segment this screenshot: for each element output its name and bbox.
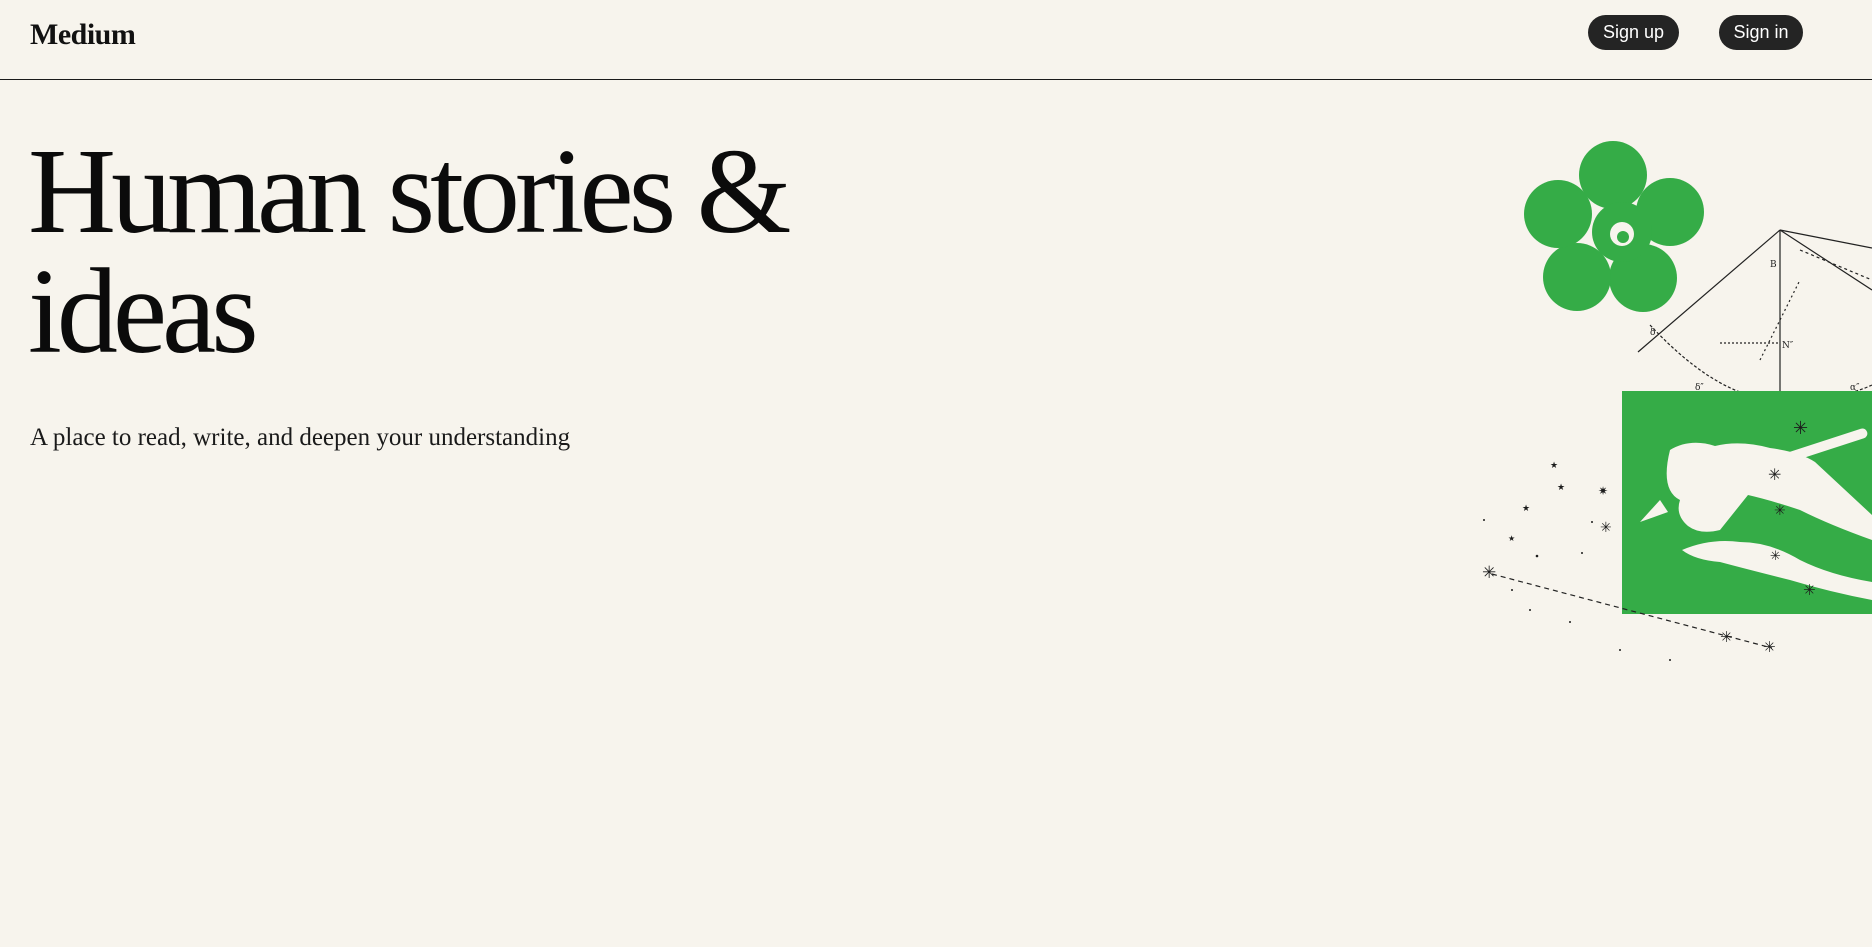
svg-text:N″: N″ xyxy=(1782,341,1794,351)
svg-text:✳: ✳ xyxy=(1482,563,1496,583)
svg-text:δ: δ xyxy=(1650,328,1655,338)
svg-text:✷: ✷ xyxy=(1598,484,1608,498)
svg-text:✳: ✳ xyxy=(1793,418,1808,439)
flower-icon xyxy=(1524,141,1704,312)
geometry-diagram xyxy=(1637,229,1872,401)
svg-text:✳: ✳ xyxy=(1774,503,1786,519)
svg-text:★: ★ xyxy=(1550,461,1558,471)
svg-text:✳: ✳ xyxy=(1803,581,1816,599)
svg-text:✳: ✳ xyxy=(1768,465,1781,484)
flower-hand-writing-illustration: B N″ E δ″ α″ δ ✳ ✳ ✳ ✳ ✳ ✷ ✳ ★ ★ ★ xyxy=(1482,141,1872,661)
svg-text:✳: ✳ xyxy=(1763,638,1776,656)
svg-text:★: ★ xyxy=(1522,504,1530,514)
svg-text:✳: ✳ xyxy=(1770,549,1781,564)
hero-subtitle: A place to read, write, and deepen your … xyxy=(30,424,571,451)
sign-up-button[interactable]: Sign up xyxy=(1588,15,1679,50)
svg-text:B: B xyxy=(1770,260,1777,270)
svg-text:★: ★ xyxy=(1557,483,1565,493)
top-nav: Medium Sign up Sign in xyxy=(0,0,1872,80)
svg-text:★: ★ xyxy=(1508,534,1515,543)
hero-title: Human stories & ideas xyxy=(28,124,792,379)
diagram-labels: B N″ E δ″ α″ δ xyxy=(1650,260,1860,409)
svg-text:✳: ✳ xyxy=(1600,520,1612,536)
medium-logo[interactable]: Medium xyxy=(30,18,136,52)
sign-in-button[interactable]: Sign in xyxy=(1719,15,1803,50)
